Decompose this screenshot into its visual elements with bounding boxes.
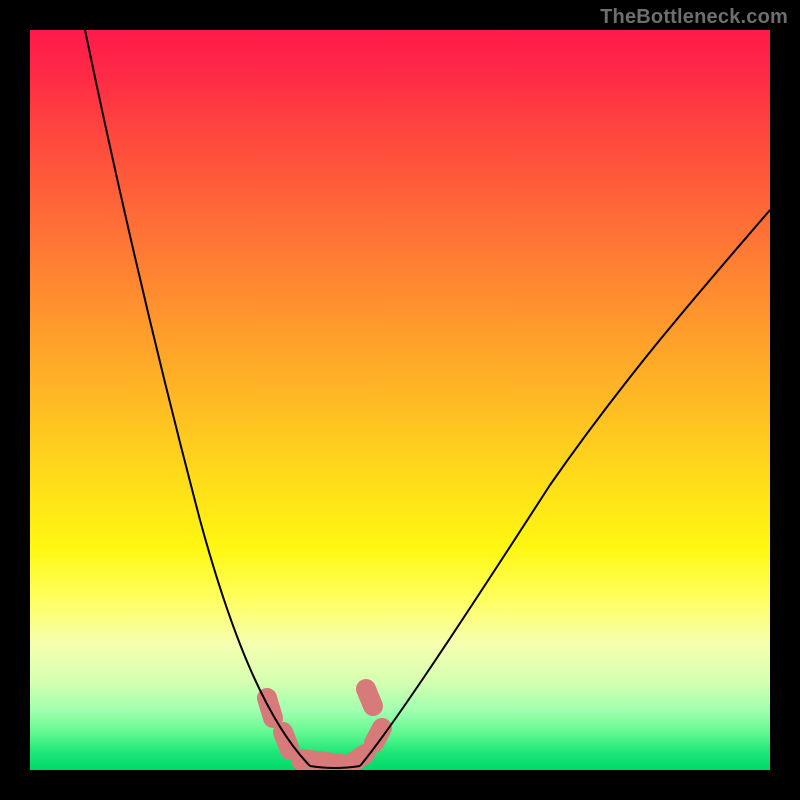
marker-seg	[374, 728, 382, 743]
curve-left	[85, 30, 310, 766]
valley-markers	[267, 689, 382, 765]
plot-area	[30, 30, 770, 770]
curve-right	[360, 210, 770, 766]
marker-seg	[366, 689, 373, 706]
curve-layer	[30, 30, 770, 770]
chart-frame: TheBottleneck.com	[0, 0, 800, 800]
watermark-text: TheBottleneck.com	[600, 6, 788, 29]
